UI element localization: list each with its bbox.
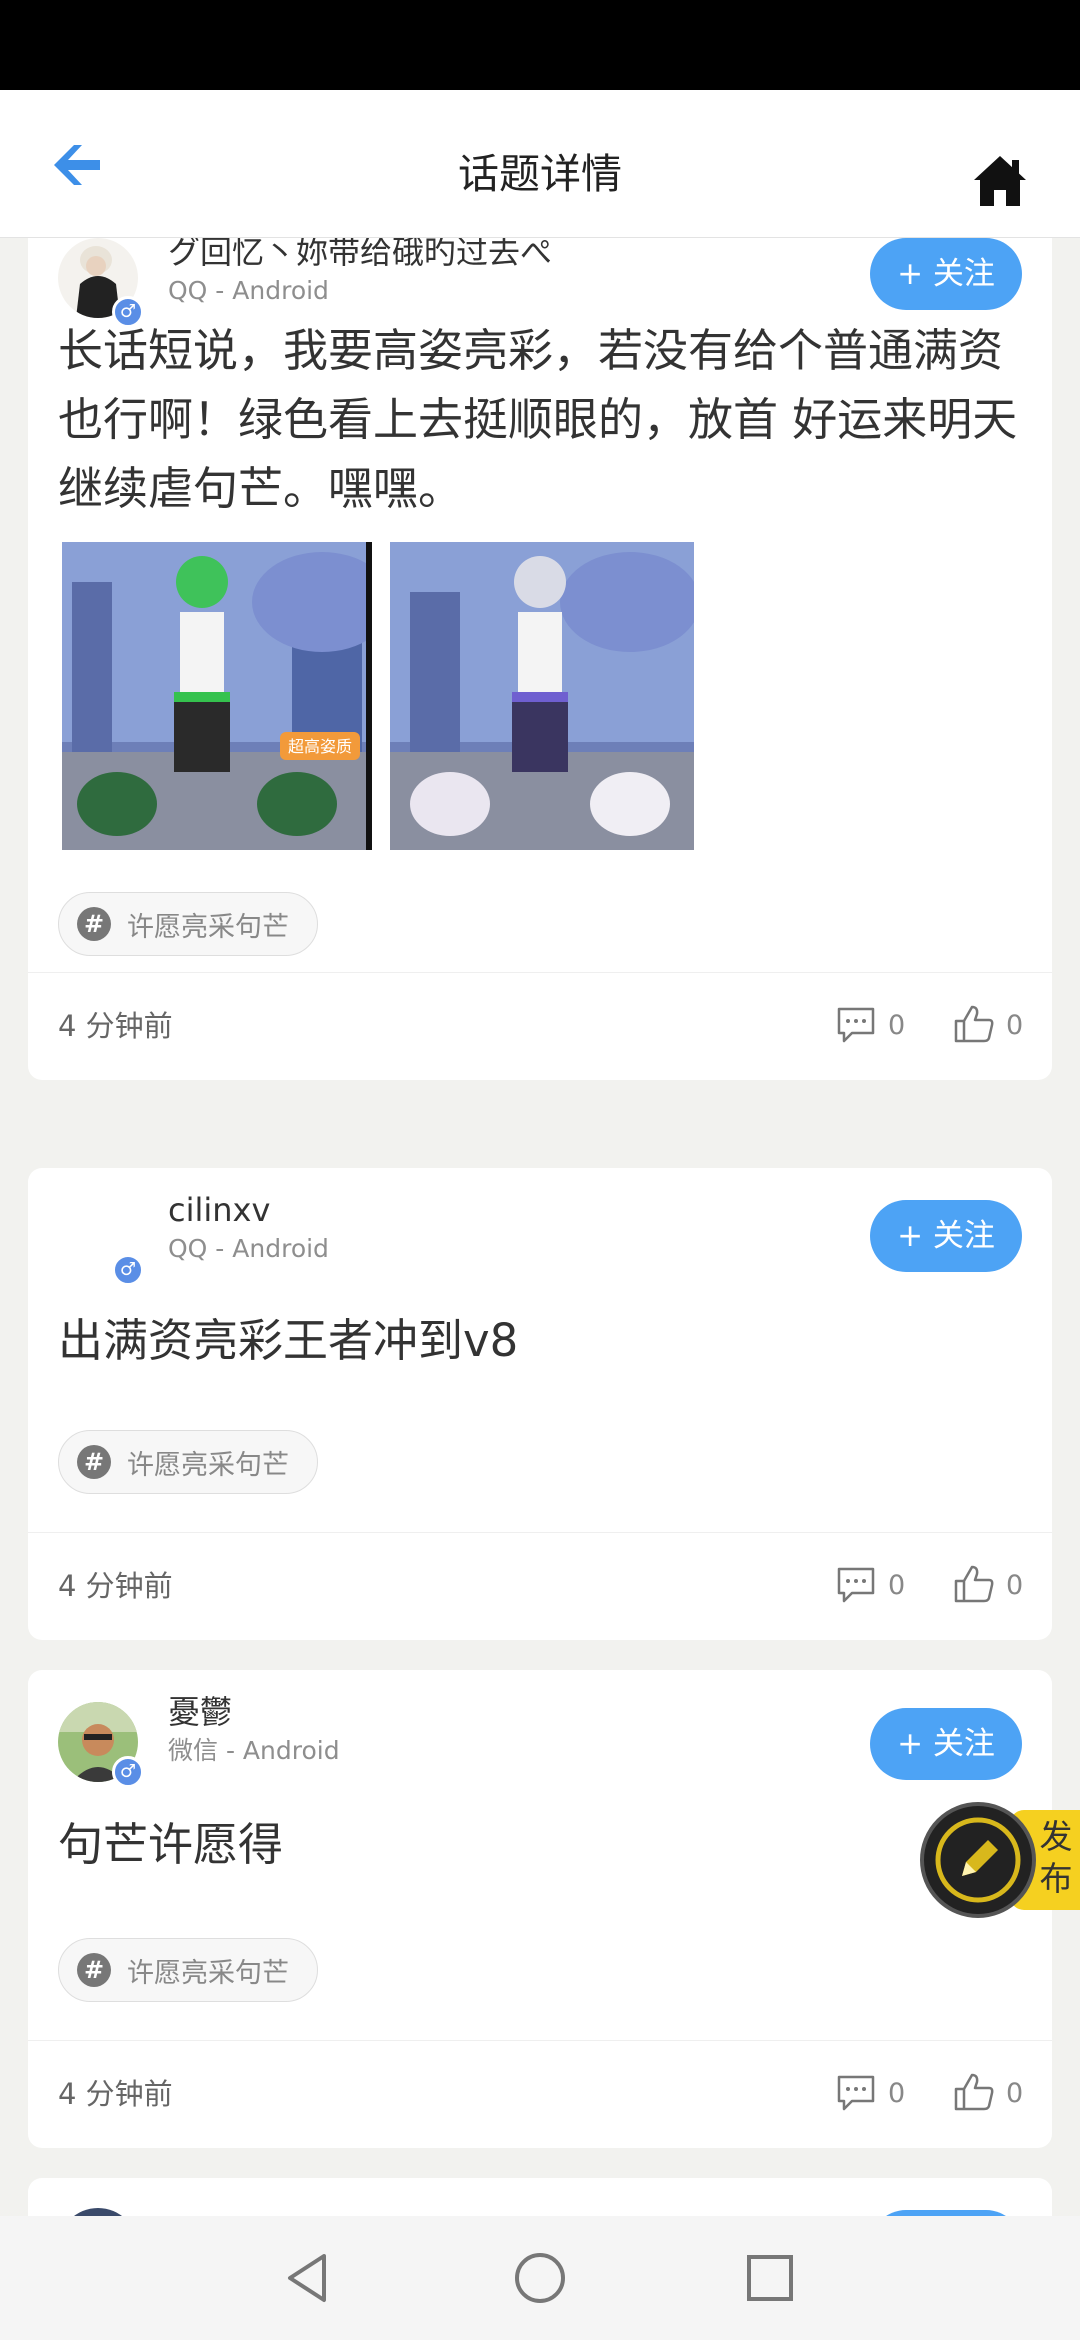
status-bar — [0, 0, 1080, 90]
username[interactable]: グ回忆丶妳带给硪旳过去ぺ — [168, 238, 552, 272]
circle-home-icon[interactable] — [508, 2246, 572, 2310]
topic-tag-label: 许愿亮采句芒 — [127, 1449, 289, 1481]
topic-tag[interactable]: # 许愿亮采句芒 — [58, 1430, 318, 1494]
image-badge: 超高姿质 — [288, 737, 352, 756]
publish-circle — [920, 1802, 1036, 1918]
post-content: 长话短说，我要高姿亮彩，若没有给个普通满资也行啊！绿色看上去挺顺眼的，放首 好运… — [58, 324, 1018, 515]
square-recents-icon[interactable] — [738, 2246, 802, 2310]
topic-tag-label: 许愿亮采句芒 — [127, 1957, 289, 1989]
follow-button[interactable]: + 关注 — [870, 1708, 1022, 1780]
post-card[interactable] — [28, 2178, 1052, 2216]
username[interactable]: 憂鬱 — [168, 1692, 232, 1732]
post-content: 句芒许愿得 — [58, 1818, 284, 1871]
publish-label: 发布 — [1039, 1817, 1073, 1898]
speech-bubble-icon[interactable] — [836, 1566, 876, 1604]
platform-label: QQ - Android — [168, 276, 329, 305]
divider — [28, 2040, 1052, 2041]
platform-label: QQ - Android — [168, 1234, 329, 1263]
character-image-green: 超高姿质 — [62, 542, 372, 850]
topic-tag-label: 许愿亮采句芒 — [127, 911, 289, 943]
house-icon — [974, 156, 1026, 206]
post-time: 4 分钟前 — [58, 1569, 173, 1603]
post-feed[interactable]: ♂ グ回忆丶妳带给硪旳过去ぺ QQ - Android + 关注 长话短说，我要… — [0, 238, 1080, 2216]
hashtag-icon: # — [77, 1953, 111, 1987]
thumbs-up-icon[interactable] — [953, 2072, 995, 2112]
page-title: 话题详情 — [458, 150, 622, 198]
post-content: 出满资亮彩王者冲到v8 — [58, 1314, 519, 1367]
platform-label: 微信 - Android — [168, 1736, 340, 1765]
home-button[interactable] — [970, 152, 1030, 208]
post-card[interactable]: ♂ cilinxv QQ - Android + 关注 出满资亮彩王者冲到v8 … — [28, 1168, 1052, 1640]
publish-button[interactable]: 发布 — [920, 1802, 1080, 1918]
post-image[interactable]: 超高姿质 — [62, 542, 372, 850]
gender-badge: ♂ — [112, 1254, 144, 1286]
comment-count: 0 — [888, 1010, 906, 1041]
triangle-back-icon[interactable] — [276, 2246, 340, 2310]
thumbs-up-icon[interactable] — [953, 1564, 995, 1604]
hashtag-icon: # — [77, 1445, 111, 1479]
post-time: 4 分钟前 — [58, 1009, 173, 1043]
system-nav-bar — [0, 2216, 1080, 2340]
comment-count: 0 — [888, 2078, 906, 2109]
like-count: 0 — [1006, 1010, 1024, 1041]
post-image[interactable] — [390, 542, 694, 850]
post-time: 4 分钟前 — [58, 2077, 173, 2111]
hashtag-icon: # — [77, 907, 111, 941]
username[interactable]: cilinxv — [168, 1190, 270, 1230]
pencil-icon — [935, 1817, 1021, 1903]
thumbs-up-icon[interactable] — [953, 1004, 995, 1044]
topic-tag[interactable]: # 许愿亮采句芒 — [58, 1938, 318, 2002]
post-card[interactable]: ♂ グ回忆丶妳带给硪旳过去ぺ QQ - Android + 关注 长话短说，我要… — [28, 238, 1052, 1080]
speech-bubble-icon[interactable] — [836, 2074, 876, 2112]
like-count: 0 — [1006, 1570, 1024, 1601]
like-count: 0 — [1006, 2078, 1024, 2109]
follow-button[interactable]: + 关注 — [870, 1200, 1022, 1272]
avatar[interactable] — [58, 2208, 138, 2216]
divider — [28, 972, 1052, 973]
app-header: 话题详情 — [0, 90, 1080, 238]
speech-bubble-icon[interactable] — [836, 1006, 876, 1044]
divider — [28, 1532, 1052, 1533]
gender-badge: ♂ — [112, 1756, 144, 1788]
topic-tag[interactable]: # 许愿亮采句芒 — [58, 892, 318, 956]
comment-count: 0 — [888, 1570, 906, 1601]
character-image-silver — [390, 542, 694, 850]
follow-button[interactable]: + 关注 — [870, 238, 1022, 310]
post-card[interactable]: ♂ 憂鬱 微信 - Android + 关注 句芒许愿得 # 许愿亮采句芒 4 … — [28, 1670, 1052, 2148]
